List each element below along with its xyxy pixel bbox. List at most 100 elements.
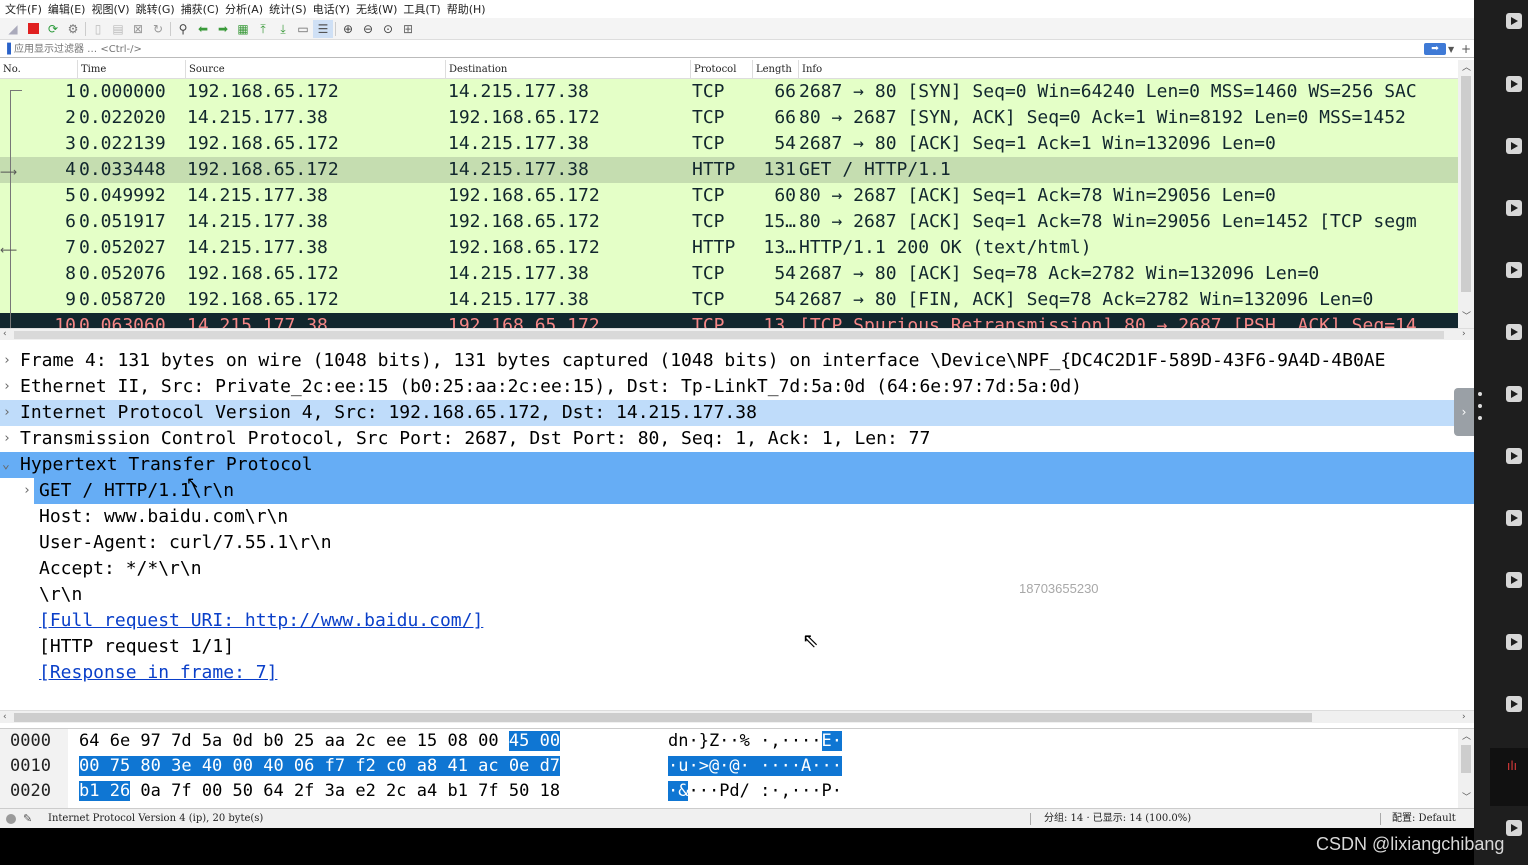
menu-tools[interactable]: 工具(T)	[402, 1, 445, 17]
add-filter-button[interactable]: +	[1458, 42, 1474, 56]
tree-item-full-uri[interactable]: [Full request URI: http://www.baidu.com/…	[0, 608, 1474, 634]
back-icon[interactable]: ⬅	[193, 20, 213, 38]
packet-row[interactable]: 5 0.049992 14.215.177.38 192.168.65.172 TCP 6…	[0, 183, 1458, 209]
scrollbar-thumb[interactable]	[1461, 745, 1471, 773]
expert-info-icon[interactable]	[6, 814, 16, 824]
details-hscrollbar[interactable]: ‹ ›	[0, 710, 1474, 723]
menu-wireless[interactable]: 无线(W)	[355, 1, 402, 17]
scroll-up-icon[interactable]: ︿	[1462, 63, 1471, 73]
open-icon[interactable]: ▯	[88, 20, 108, 38]
autoscroll-icon[interactable]: ▭	[293, 20, 313, 38]
chevron-down-icon[interactable]: ▼	[1448, 45, 1458, 54]
scroll-left-icon[interactable]: ‹	[3, 329, 7, 339]
chevron-right-icon[interactable]: ›	[3, 374, 11, 400]
play-icon[interactable]	[1506, 138, 1522, 154]
last-icon[interactable]: ⤓	[273, 20, 293, 38]
play-icon[interactable]	[1506, 448, 1522, 464]
scrollbar-thumb[interactable]	[1461, 76, 1471, 292]
packet-row[interactable]: 10 0.063060 14.215.177.38 192.168.65.172 TCP…	[0, 313, 1458, 328]
menu-analyze[interactable]: 分析(A)	[224, 1, 268, 17]
edit-comment-icon[interactable]: ✎	[23, 809, 32, 828]
shark-fin-icon[interactable]: ◢	[3, 20, 23, 38]
chevron-right-icon[interactable]: ›	[3, 400, 11, 426]
hex-bytes[interactable]: b1 26 0a 7f 00 50 64 2f 3a e2 2c a4 b1 7…	[79, 781, 560, 802]
column-header-source[interactable]: Source	[185, 60, 445, 79]
chevron-right-icon[interactable]: ›	[23, 478, 31, 504]
menu-capture[interactable]: 捕获(C)	[180, 1, 224, 17]
packet-row[interactable]: 6 0.051917 14.215.177.38 192.168.65.172 TCP 1…	[0, 209, 1458, 235]
packet-list-vscrollbar[interactable]: ︿ ﹀	[1458, 60, 1474, 328]
tree-item-response-in[interactable]: [Response in frame: 7]	[0, 660, 1474, 686]
scrollbar-thumb[interactable]	[14, 713, 1312, 722]
more-options-icon[interactable]	[1478, 392, 1482, 428]
bookmark-icon[interactable]: ▐	[0, 44, 14, 55]
display-filter-input[interactable]	[14, 41, 1424, 57]
menu-view[interactable]: 视图(V)	[90, 1, 134, 17]
options-icon[interactable]: ⚙	[63, 20, 83, 38]
play-icon[interactable]	[1506, 572, 1522, 588]
scroll-left-icon[interactable]: ‹	[3, 712, 7, 722]
first-icon[interactable]: ⤒	[253, 20, 273, 38]
chevron-down-icon[interactable]: ⌄	[2, 452, 10, 478]
scroll-down-icon[interactable]: ﹀	[1462, 312, 1471, 322]
play-icon[interactable]	[1506, 510, 1522, 526]
find-icon[interactable]: ⚲	[173, 20, 193, 38]
hex-vscrollbar[interactable]: ︿ ﹀	[1458, 729, 1474, 808]
tree-item-frame[interactable]: › Frame 4: 131 bytes on wire (1048 bits)…	[0, 348, 1474, 374]
play-icon[interactable]	[1506, 200, 1522, 216]
side-panel-toggle[interactable]: ›	[1454, 388, 1474, 436]
chevron-right-icon[interactable]: ›	[3, 426, 11, 452]
tree-item-crlf[interactable]: \r\n	[0, 582, 1474, 608]
hex-row[interactable]: 0000 64 6e 97 7d 5a 0d b0 25 aa 2c ee 15…	[0, 729, 1474, 754]
hex-ascii[interactable]: dn·}Z··% ·,····E·	[668, 731, 843, 752]
column-header-info[interactable]: Info	[798, 60, 1458, 79]
close-file-icon[interactable]: ⊠	[128, 20, 148, 38]
scroll-up-icon[interactable]: ︿	[1462, 732, 1471, 742]
packet-row[interactable]: 7 0.052027 14.215.177.38 192.168.65.172 HTTP…	[0, 235, 1458, 261]
zoom-reset-icon[interactable]: ⊙	[378, 20, 398, 38]
apply-filter-arrow-icon[interactable]: ➡	[1424, 43, 1446, 55]
play-icon[interactable]	[1506, 13, 1522, 29]
hex-bytes[interactable]: 64 6e 97 7d 5a 0d b0 25 aa 2c ee 15 08 0…	[79, 731, 561, 752]
play-icon[interactable]	[1506, 324, 1522, 340]
forward-icon[interactable]: ➡	[213, 20, 233, 38]
tree-item-ip[interactable]: › Internet Protocol Version 4, Src: 192.…	[0, 400, 1474, 426]
hex-row[interactable]: 0020 b1 26 0a 7f 00 50 64 2f 3a e2 2c a4…	[0, 779, 1474, 804]
menu-telephony[interactable]: 电话(Y)	[312, 1, 355, 17]
column-header-time[interactable]: Time	[77, 60, 185, 79]
play-icon[interactable]	[1506, 76, 1522, 92]
hex-bytes[interactable]: 00 75 80 3e 40 00 40 06 f7 f2 c0 a8 41 a…	[79, 756, 561, 777]
audio-bars-icon[interactable]: ılı	[1507, 759, 1517, 773]
menu-file[interactable]: 文件(F)	[4, 1, 47, 17]
zoom-in-icon[interactable]: ⊕	[338, 20, 358, 38]
tree-item-http-request[interactable]: [HTTP request 1/1]	[0, 634, 1474, 660]
column-header-protocol[interactable]: Protocol	[690, 60, 752, 79]
tree-item-http[interactable]: ⌄ Hypertext Transfer Protocol	[0, 452, 1474, 478]
full-request-uri-link[interactable]: [Full request URI: http://www.baidu.com/…	[39, 608, 483, 634]
play-icon[interactable]	[1506, 820, 1522, 836]
chevron-right-icon[interactable]: ›	[3, 348, 11, 374]
resize-columns-icon[interactable]: ⊞	[398, 20, 418, 38]
tree-item-user-agent[interactable]: User-Agent: curl/7.55.1\r\n	[0, 530, 1474, 556]
save-icon[interactable]: ▤	[108, 20, 128, 38]
menu-edit[interactable]: 编辑(E)	[47, 1, 91, 17]
hex-ascii[interactable]: ·&···Pd/ :·,···P·	[668, 781, 842, 802]
scrollbar-thumb[interactable]	[14, 331, 1444, 339]
play-icon[interactable]	[1506, 696, 1522, 712]
scroll-down-icon[interactable]: ﹀	[1462, 793, 1471, 803]
scroll-right-icon[interactable]: ›	[1462, 329, 1466, 339]
response-in-frame-link[interactable]: [Response in frame: 7]	[39, 660, 277, 686]
hex-ascii[interactable]: ·u·>@·@· ····A···	[668, 756, 842, 777]
status-profile[interactable]: 配置: Default	[1392, 809, 1456, 828]
tree-item-ethernet[interactable]: › Ethernet II, Src: Private_2c:ee:15 (b0…	[0, 374, 1474, 400]
tree-item-tcp[interactable]: › Transmission Control Protocol, Src Por…	[0, 426, 1474, 452]
colorize-icon[interactable]: ☰	[313, 19, 333, 38]
menu-help[interactable]: 帮助(H)	[446, 1, 491, 17]
packet-row[interactable]: 2 0.022020 14.215.177.38 192.168.65.172 TCP 6…	[0, 105, 1458, 131]
goto-icon[interactable]: ▦	[233, 20, 253, 38]
zoom-out-icon[interactable]: ⊖	[358, 20, 378, 38]
scroll-right-icon[interactable]: ›	[1462, 712, 1466, 722]
column-header-destination[interactable]: Destination	[445, 60, 690, 79]
side-panel-widget[interactable]	[1490, 748, 1528, 806]
menu-go[interactable]: 跳转(G)	[135, 1, 180, 17]
